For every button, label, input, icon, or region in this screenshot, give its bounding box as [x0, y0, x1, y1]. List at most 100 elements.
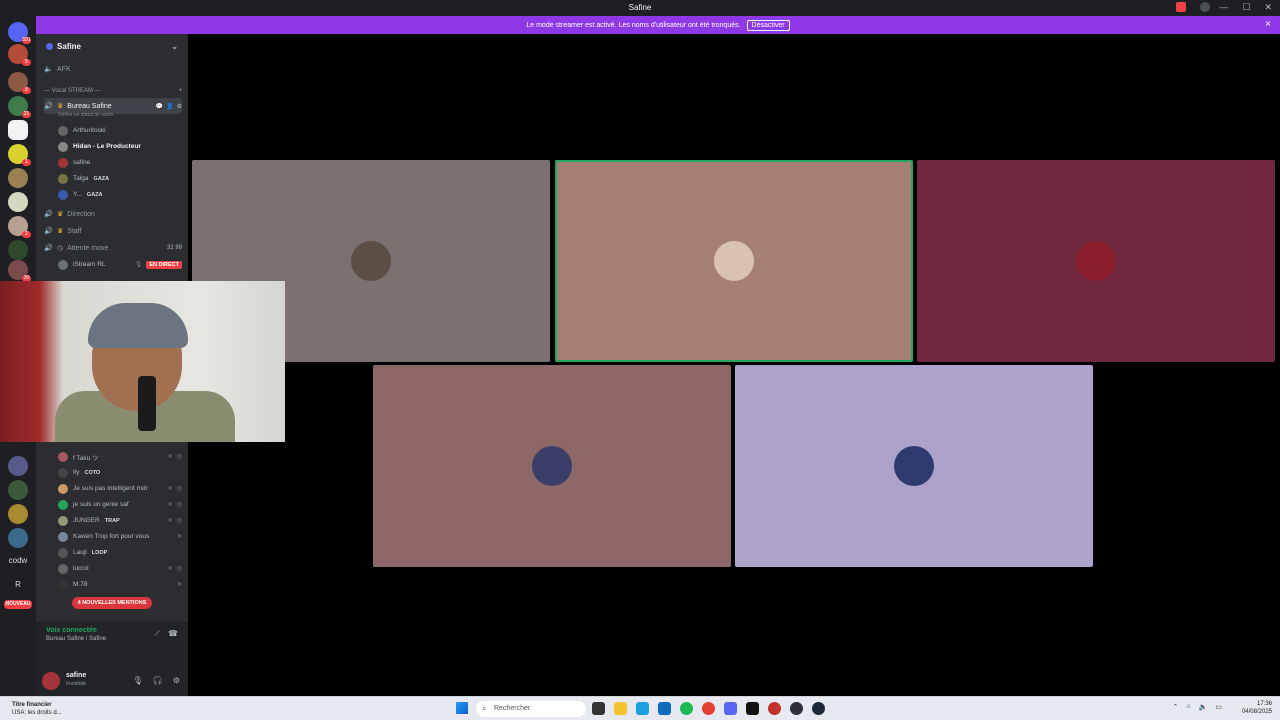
server-icon[interactable] [8, 192, 28, 212]
voice-user[interactable]: safine [58, 156, 182, 169]
chevron-up-icon[interactable]: ⌃ [1173, 703, 1179, 711]
participant-tile[interactable] [735, 365, 1093, 567]
voice-user[interactable]: Je suis pas intelligent mdr ✕ ◎ [58, 482, 182, 495]
voice-user-live[interactable]: iStream RL 🎙 EN DIRECT [58, 258, 182, 271]
avatar [58, 515, 68, 526]
discord-icon[interactable] [724, 702, 737, 715]
gear-icon[interactable]: ⚙ [177, 103, 182, 110]
server-icon[interactable] [8, 120, 28, 140]
voice-user[interactable]: Y... GAZA [58, 188, 182, 201]
voice-user[interactable]: je suis un genie saf ✕ ◎ [58, 498, 182, 511]
avatar [58, 173, 68, 184]
voice-connected-title[interactable]: Voix connectée [46, 627, 97, 634]
participant-tile[interactable] [555, 160, 913, 362]
capcut-icon[interactable] [746, 702, 759, 715]
voice-user[interactable]: M.78 ✕ [58, 578, 182, 591]
home-server-icon[interactable]: 591 [8, 22, 31, 44]
channel-staff[interactable]: 🔊 ♛ Staff [44, 224, 182, 238]
close-window-icon[interactable]: ✕ [1264, 2, 1272, 13]
avatar [58, 189, 68, 200]
minimize-icon[interactable]: — [1219, 2, 1228, 13]
chrome-icon[interactable] [702, 702, 715, 715]
disconnect-icon[interactable]: ☎ [168, 629, 178, 638]
server-r[interactable]: R [4, 580, 32, 589]
add-channel-icon[interactable]: + [178, 88, 182, 94]
streamer-mode-icon[interactable] [1176, 2, 1186, 12]
volume-icon[interactable]: 🔈 [1199, 703, 1208, 711]
participant-tile[interactable] [373, 365, 731, 567]
edge-icon[interactable] [636, 702, 649, 715]
server-icon[interactable] [8, 168, 28, 188]
server-icon[interactable]: 8 [8, 72, 31, 94]
spotify-icon[interactable] [680, 702, 693, 715]
clock-date: 04/08/2025 [1241, 709, 1272, 715]
server-icon[interactable]: 20 [8, 260, 31, 282]
mic-muted-icon: ✕ [167, 486, 173, 492]
avatar [58, 483, 68, 494]
channel-status[interactable]: Définir un statut de salon [58, 112, 113, 118]
server-icon[interactable]: 5 [8, 44, 31, 66]
noise-suppression-icon[interactable]: ⟋ [154, 629, 160, 639]
windows-start-icon[interactable] [456, 702, 468, 714]
headphones-icon[interactable]: 🎧 [153, 676, 163, 685]
user-name: iStream RL [73, 261, 106, 268]
server-icon[interactable] [8, 456, 28, 476]
voice-user[interactable]: lucrol ✕ ◎ [58, 562, 182, 575]
deafened-icon: ◎ [176, 502, 182, 508]
voice-user[interactable]: JUNGER TRAP ✕ ◎ [58, 514, 182, 527]
system-clock[interactable]: 17:36 04/08/2025 [1242, 700, 1272, 716]
server-header[interactable]: Safine ⌄ [36, 34, 188, 58]
chat-icon[interactable]: 💬 [156, 103, 163, 110]
maximize-icon[interactable]: ☐ [1242, 2, 1250, 13]
server-icon[interactable]: 1 [8, 144, 31, 166]
server-icon[interactable] [8, 504, 28, 524]
task-view-icon[interactable] [592, 702, 605, 715]
voice-user[interactable]: Kawen Trop fort pour vous ✕ [58, 530, 182, 543]
close-banner-icon[interactable]: × [1265, 19, 1271, 30]
new-badge: NOUVEAU [4, 600, 32, 609]
voice-user[interactable]: Ily COTO [58, 466, 182, 479]
disable-streamer-button[interactable]: Désactiver [746, 19, 790, 31]
voice-user[interactable]: Lauji LOOP [58, 546, 182, 559]
gear-icon[interactable]: ⚙ [173, 676, 180, 685]
windows-taskbar: Titre financier USA: les droits d... ⌕ R… [0, 696, 1280, 720]
app-icon[interactable] [768, 702, 781, 715]
help-icon[interactable] [1200, 2, 1210, 12]
network-icon[interactable]: ⌂ [1186, 703, 1190, 711]
file-explorer-icon[interactable] [614, 702, 627, 715]
server-icon[interactable]: 21 [8, 96, 31, 118]
store-icon[interactable] [658, 702, 671, 715]
participant-tile[interactable] [917, 160, 1275, 362]
taskbar-search[interactable]: ⌕ Rechercher [476, 701, 586, 717]
voice-user[interactable]: Hidan - Le Producteur [58, 140, 182, 153]
new-mentions-button[interactable]: 4 NOUVELLES MENTIONS [72, 597, 152, 609]
voice-connected-channel[interactable]: Bureau Safine / Safine [46, 636, 106, 642]
user-name: je suis un genie saf [73, 501, 129, 508]
microphone-icon[interactable]: 🎙 [133, 676, 143, 685]
avatar [58, 563, 68, 574]
server-codw[interactable]: codw [4, 556, 32, 565]
crown-icon: ♛ [57, 103, 64, 110]
voice-user[interactable]: Talga GAZA [58, 172, 182, 185]
server-icon[interactable] [8, 528, 28, 548]
user-name: f Taku ツ [73, 454, 99, 462]
user-name: safine [73, 159, 91, 166]
category-vocal-stream[interactable]: — Vocal STREAM — + [44, 84, 182, 98]
server-icon[interactable]: 2 [8, 216, 31, 238]
news-widget[interactable]: Titre financier USA: les droits d... [12, 701, 62, 717]
server-icon[interactable] [8, 480, 28, 500]
channel-direction[interactable]: 🔊 ♛ Direction [44, 207, 182, 221]
server-icon[interactable] [8, 240, 28, 260]
channel-attente-move[interactable]: 🔊 ◷ Attente move 32 99 [44, 241, 182, 255]
username[interactable]: safine [66, 672, 86, 679]
voice-user[interactable]: Arthuritoski [58, 124, 182, 137]
deafened-icon: ◎ [176, 518, 182, 524]
battery-icon[interactable]: ▭ [1215, 703, 1222, 711]
voice-user[interactable]: f Taku ツ ✕ ◎ [58, 450, 182, 463]
channel-afk[interactable]: 🔈 AFK [44, 62, 182, 76]
server-badge-icon [46, 42, 53, 50]
obs-icon[interactable] [790, 702, 803, 715]
invite-icon[interactable]: 👤 [166, 103, 173, 110]
steam-icon[interactable] [812, 702, 825, 715]
user-avatar[interactable] [42, 672, 60, 690]
